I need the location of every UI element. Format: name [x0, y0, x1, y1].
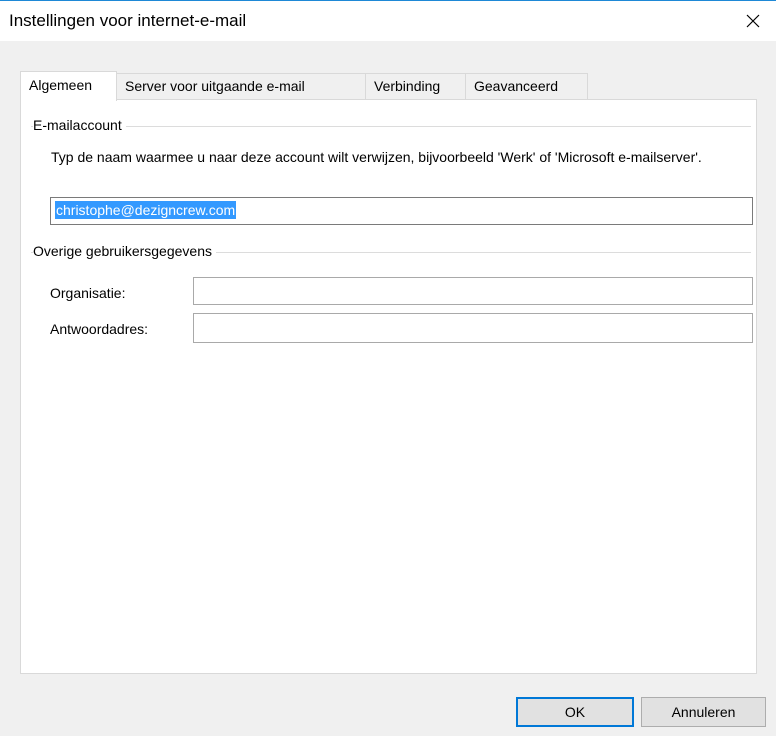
ok-button-label: OK [564, 704, 586, 720]
cancel-button-label: Annuleren [671, 704, 736, 720]
tab-label: Verbinding [374, 78, 441, 94]
tab-label: Algemeen [29, 77, 93, 93]
internet-email-settings-dialog: Instellingen voor internet-e-mail Algeme… [0, 0, 776, 736]
cancel-button[interactable]: Annuleren [641, 697, 766, 727]
other-info-group-label: Overige gebruikersgegevens [33, 243, 216, 259]
tab-outgoing-server[interactable]: Server voor uitgaande e-mail [116, 73, 366, 99]
group-divider [31, 126, 751, 127]
dialog-title: Instellingen voor internet-e-mail [9, 11, 247, 30]
tab-label: Server voor uitgaande e-mail [125, 78, 305, 94]
account-name-description: Typ de naam waarmee u naar deze account … [51, 149, 702, 165]
tab-panel-algemeen: E-mailaccount Typ de naam waarmee u naar… [20, 99, 757, 674]
tab-advanced[interactable]: Geavanceerd [465, 73, 588, 99]
organization-input[interactable] [193, 277, 753, 305]
reply-address-input[interactable] [193, 313, 753, 343]
title-bar: Instellingen voor internet-e-mail [0, 1, 776, 41]
tab-algemeen[interactable]: Algemeen [20, 71, 117, 101]
account-name-input[interactable]: christophe@dezigncrew.com [50, 197, 753, 225]
organization-label: Organisatie: [50, 285, 126, 301]
tab-label: Geavanceerd [474, 78, 559, 94]
email-account-group-label: E-mailaccount [33, 117, 126, 133]
reply-address-label: Antwoordadres: [50, 321, 149, 337]
ok-button[interactable]: OK [516, 697, 634, 727]
account-name-value: christophe@dezigncrew.com [55, 201, 237, 219]
close-button[interactable] [730, 1, 776, 41]
tab-connection[interactable]: Verbinding [365, 73, 466, 99]
close-icon [746, 14, 760, 28]
